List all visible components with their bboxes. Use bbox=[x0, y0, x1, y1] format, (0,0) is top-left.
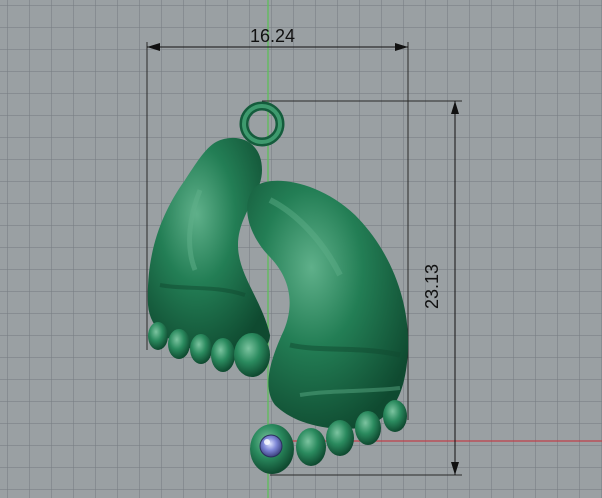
left-foot bbox=[147, 137, 270, 377]
right-foot bbox=[247, 180, 409, 474]
pendant-model[interactable] bbox=[147, 101, 409, 474]
bail-ring bbox=[239, 101, 285, 147]
height-dimension-label[interactable]: 23.13 bbox=[422, 264, 443, 309]
perspective-viewport[interactable]: 16.24 23.13 bbox=[0, 0, 602, 498]
scene-canvas bbox=[146, 0, 602, 498]
width-dimension-label[interactable]: 16.24 bbox=[250, 26, 295, 47]
gemstone bbox=[259, 434, 283, 458]
